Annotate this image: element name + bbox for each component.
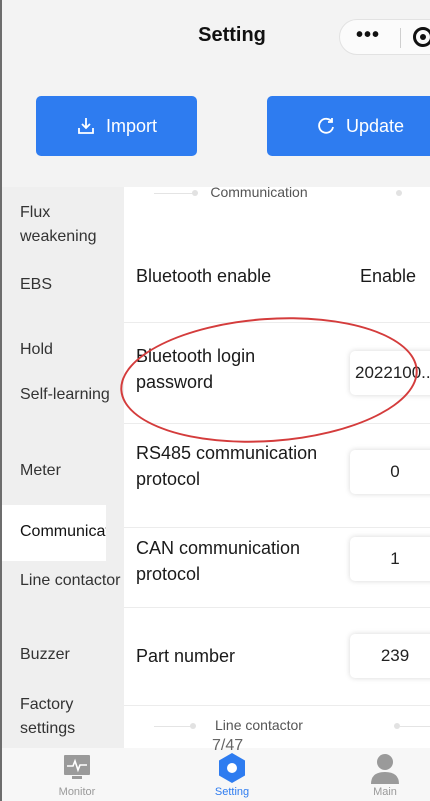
section-dot [396,190,402,196]
tab-main[interactable]: Main [335,748,430,801]
settings-list: Communication Bluetooth enable Enable Bl… [124,187,430,748]
setting-row-part-number: Part number 239 [124,608,430,703]
section-header-line-contactor: Line contactor [124,711,430,741]
refresh-icon [316,116,336,136]
person-icon [369,752,401,789]
setting-value-field[interactable]: 1 [350,537,430,581]
section-line [400,726,430,727]
monitor-icon [62,752,92,787]
tab-label: Setting [214,786,250,798]
action-bar: Import Update [2,74,430,187]
section-title: Communication [210,187,308,200]
title-bar: Setting ••• [2,0,430,74]
setting-value[interactable]: Enable [360,266,416,287]
sidebar-item-factory-settings[interactable]: Factory settings [20,693,124,741]
tab-label: Monitor [58,786,96,798]
target-icon[interactable] [413,27,430,47]
row-divider [124,705,430,706]
setting-value-field[interactable]: 2022100... [350,351,430,395]
update-label: Update [345,115,405,136]
capsule-divider [400,28,401,48]
sidebar-item-buzzer[interactable]: Buzzer [20,643,124,667]
section-title: Line contactor [215,717,303,733]
category-sidebar: Flux weakening EBS Hold Self-learning Me… [2,187,124,748]
setting-row-can-protocol: CAN communication protocol 1 [124,528,430,618]
tab-monitor[interactable]: Monitor [27,748,127,801]
download-tray-icon [76,116,96,136]
update-button[interactable]: Update [267,96,430,156]
setting-value-field[interactable]: 239 [350,634,430,678]
app-window: Setting ••• Import Update Flux weakening… [0,0,430,801]
import-label: Import [105,115,157,136]
mini-program-capsule[interactable]: ••• [339,19,430,55]
sidebar-item-meter[interactable]: Meter [20,459,124,483]
sidebar-item-ebs[interactable]: EBS [20,273,124,297]
setting-row-rs485-protocol: RS485 communication protocol 0 [124,424,430,527]
more-dots-icon[interactable]: ••• [356,24,380,47]
page-indicator: 7/47 [212,737,244,754]
section-header-communication: Communication [124,187,430,208]
sidebar-item-hold[interactable]: Hold [20,338,124,362]
setting-label: RS485 communication protocol [136,443,318,489]
setting-row-bluetooth-password: Bluetooth login password 2022100... [124,323,430,423]
gear-icon [216,752,248,789]
import-button[interactable]: Import [36,96,197,156]
tab-setting[interactable]: Setting [182,748,282,801]
sidebar-item-line-contactor[interactable]: Line contactor [20,569,124,593]
setting-value-field[interactable]: 0 [350,450,430,494]
sidebar-item-communication[interactable]: Communicat [2,505,106,561]
setting-label: Bluetooth enable [136,266,272,286]
bottom-tab-bar: Monitor Setting Main [2,748,430,801]
setting-label: Part number [136,646,236,666]
setting-row-bluetooth-enable: Bluetooth enable Enable [124,231,430,321]
setting-label: Bluetooth login password [136,346,256,392]
setting-label: CAN communication protocol [136,538,301,584]
sidebar-item-self-learning[interactable]: Self-learning [20,383,124,407]
sidebar-item-flux-weakening[interactable]: Flux weakening [20,201,124,249]
tab-label: Main [373,786,397,798]
